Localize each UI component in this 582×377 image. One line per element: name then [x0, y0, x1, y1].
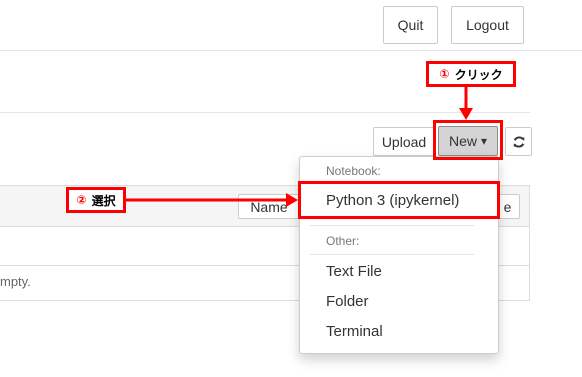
notebook-header: Notebook: — [326, 164, 381, 178]
step1-label: ① クリック — [426, 61, 516, 87]
step1-number: ① — [439, 67, 450, 81]
menu-divider — [310, 225, 474, 226]
upload-label: Upload — [381, 133, 427, 150]
quit-button[interactable]: Quit — [383, 6, 438, 44]
header-divider — [0, 50, 582, 51]
menu-item-folder[interactable]: Folder — [326, 293, 369, 310]
empty-folder-text: mpty. — [0, 274, 31, 289]
list-right-label: e — [503, 198, 512, 215]
upload-button[interactable]: Upload — [373, 127, 435, 156]
tabs-divider — [0, 112, 530, 113]
step1-text: クリック — [454, 67, 503, 82]
new-button-highlight — [433, 120, 503, 160]
step2-text: 選択 — [91, 193, 116, 208]
refresh-icon — [513, 135, 524, 148]
menu-item-text-file[interactable]: Text File — [326, 263, 382, 280]
logout-label: Logout — [466, 17, 509, 33]
logout-button[interactable]: Logout — [451, 6, 524, 44]
name-sort-label: Name — [250, 198, 288, 215]
step2-label: ② 選択 — [66, 187, 126, 213]
step1-arrow — [459, 87, 473, 120]
step2-number: ② — [76, 193, 87, 207]
quit-label: Quit — [397, 17, 424, 33]
menu-divider — [310, 254, 474, 255]
other-header: Other: — [326, 234, 360, 248]
python3-highlight — [298, 181, 500, 219]
name-sort-button[interactable]: Name — [238, 194, 300, 219]
menu-item-terminal[interactable]: Terminal — [326, 323, 383, 340]
refresh-button[interactable] — [505, 127, 532, 156]
